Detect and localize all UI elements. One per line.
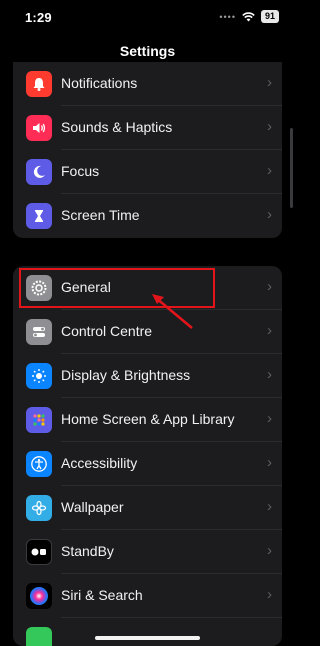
row-screen-time[interactable]: Screen Time › xyxy=(13,194,282,238)
hourglass-icon xyxy=(26,203,52,229)
row-standby[interactable]: StandBy › xyxy=(13,530,282,574)
chevron-right-icon: › xyxy=(267,162,272,179)
chevron-right-icon: › xyxy=(267,586,272,603)
row-label: Sounds & Haptics xyxy=(61,119,173,135)
row-label: Notifications xyxy=(61,75,138,91)
wifi-icon xyxy=(242,11,255,22)
row-siri-search[interactable]: Siri & Search › xyxy=(13,574,282,618)
row-next-partial[interactable] xyxy=(13,618,282,646)
row-label: Wallpaper xyxy=(61,499,124,515)
status-bar: 1:29 •••• 91 xyxy=(0,0,295,36)
row-label: Screen Time xyxy=(61,207,140,223)
chevron-right-icon: › xyxy=(267,498,272,515)
chevron-right-icon: › xyxy=(267,118,272,135)
flower-icon xyxy=(26,495,52,521)
row-wallpaper[interactable]: Wallpaper › xyxy=(13,486,282,530)
chevron-right-icon: › xyxy=(267,366,272,383)
row-label: Display & Brightness xyxy=(61,367,191,383)
row-label: Focus xyxy=(61,163,100,179)
chevron-right-icon: › xyxy=(267,410,272,427)
app-icon xyxy=(26,627,52,646)
status-icons: •••• 91 xyxy=(219,10,279,23)
status-time: 1:29 xyxy=(25,10,52,25)
row-label: StandBy xyxy=(61,543,114,559)
chevron-right-icon: › xyxy=(267,322,272,339)
row-label: Accessibility xyxy=(61,455,138,471)
row-sounds-haptics[interactable]: Sounds & Haptics › xyxy=(13,106,282,150)
row-focus[interactable]: Focus › xyxy=(13,150,282,194)
row-label: Home Screen & App Library xyxy=(61,411,235,427)
signal-icon: •••• xyxy=(219,11,236,22)
row-notifications[interactable]: Notifications › xyxy=(13,62,282,106)
row-control-centre[interactable]: Control Centre › xyxy=(13,310,282,354)
moon-icon xyxy=(26,159,52,185)
bell-icon xyxy=(26,71,52,97)
speaker-icon xyxy=(26,115,52,141)
chevron-right-icon: › xyxy=(267,542,272,559)
battery-indicator: 91 xyxy=(260,10,279,23)
toggles-icon xyxy=(26,319,52,345)
chevron-right-icon: › xyxy=(267,454,272,471)
page-title: Settings xyxy=(119,43,176,59)
row-display-brightness[interactable]: Display & Brightness › xyxy=(13,354,282,398)
chevron-right-icon: › xyxy=(267,206,272,223)
settings-group-2: General › Control Centre › Display & Bri… xyxy=(13,266,282,646)
row-label: Control Centre xyxy=(61,323,153,339)
accessibility-icon xyxy=(26,451,52,477)
scroll-indicator xyxy=(290,128,293,208)
home-indicator xyxy=(95,636,200,640)
settings-group-1: Notifications › Sounds & Haptics › Focus… xyxy=(13,62,282,238)
row-label: Siri & Search xyxy=(61,587,143,603)
sun-icon xyxy=(26,363,52,389)
siri-icon xyxy=(26,583,52,609)
row-accessibility[interactable]: Accessibility › xyxy=(13,442,282,486)
chevron-right-icon: › xyxy=(267,74,272,91)
standby-icon xyxy=(26,539,52,565)
row-home-screen-app-library[interactable]: Home Screen & App Library › xyxy=(13,398,282,442)
chevron-right-icon: › xyxy=(267,278,272,295)
arrow-icon xyxy=(152,294,193,329)
grid-icon xyxy=(26,407,52,433)
